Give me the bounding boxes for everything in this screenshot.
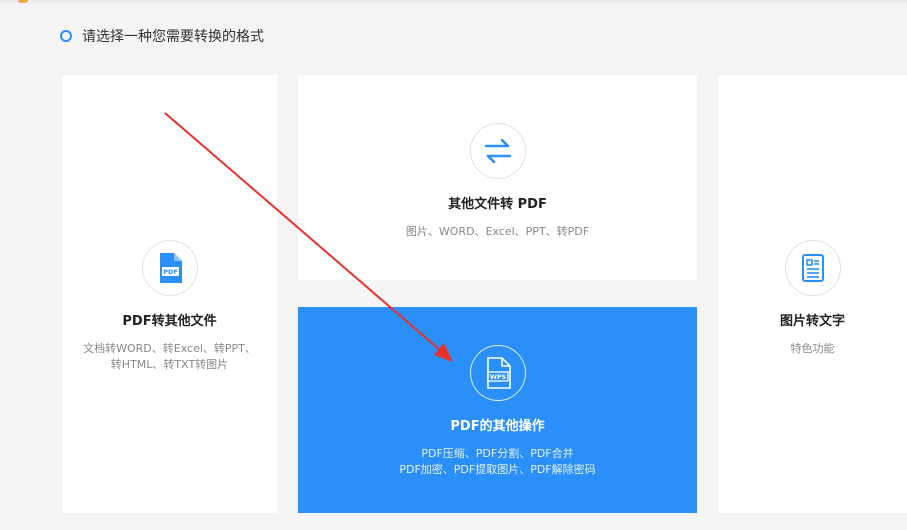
card-title: 其他文件转 PDF [448, 197, 547, 212]
card-pdf-to-other[interactable]: PDF PDF转其他文件 文档转WORD、转Excel、转PPT、 转HTML、… [62, 75, 277, 513]
card-image-to-text[interactable]: 图片转文字 特色功能 [718, 75, 907, 513]
card-description-line: 特色功能 [790, 342, 835, 355]
top-bar-accent [18, 0, 28, 3]
card-description-line: PDF压缩、PDF分割、PDF合并 [421, 447, 574, 460]
wps-file-icon: WPS [486, 357, 511, 389]
circle-bullet-icon [60, 30, 72, 42]
swap-arrows-icon [484, 138, 511, 164]
pdf-icon-label: PDF [163, 268, 178, 276]
card-icon-circle: WPS [469, 345, 526, 401]
card-pdf-other-operations[interactable]: WPS PDF的其他操作 PDF压缩、PDF分割、PDF合并 PDF加密、PDF… [298, 307, 697, 513]
section-heading: 请选择一种您需要转换的格式 [60, 26, 264, 46]
card-description-line: 文档转WORD、转Excel、转PPT、 [83, 342, 256, 355]
card-icon-circle [784, 240, 841, 296]
top-bar [0, 0, 907, 3]
card-description: 图片、WORD、Excel、PPT、转PDF [406, 224, 589, 240]
card-title: PDF转其他文件 [122, 314, 217, 329]
card-description: PDF压缩、PDF分割、PDF合并 PDF加密、PDF提取图片、PDF解除密码 [399, 446, 595, 478]
card-other-to-pdf[interactable]: 其他文件转 PDF 图片、WORD、Excel、PPT、转PDF [298, 75, 697, 280]
card-icon-circle [469, 123, 526, 179]
card-description: 特色功能 [791, 341, 835, 357]
card-description-line: PDF加密、PDF提取图片、PDF解除密码 [399, 463, 596, 476]
card-title: PDF的其他操作 [450, 419, 545, 434]
wps-icon-label: WPS [489, 373, 506, 381]
card-description-line: 转HTML、转TXT转图片 [110, 358, 229, 371]
card-description-line: 图片、WORD、Excel、PPT、转PDF [405, 225, 590, 238]
card-title: 图片转文字 [779, 314, 845, 329]
document-text-icon [801, 254, 824, 282]
pdf-file-icon: PDF [159, 253, 182, 283]
card-description: 文档转WORD、转Excel、转PPT、 转HTML、转TXT转图片 [83, 341, 256, 373]
card-icon-circle: PDF [141, 240, 198, 296]
section-heading-text: 请选择一种您需要转换的格式 [82, 29, 264, 45]
